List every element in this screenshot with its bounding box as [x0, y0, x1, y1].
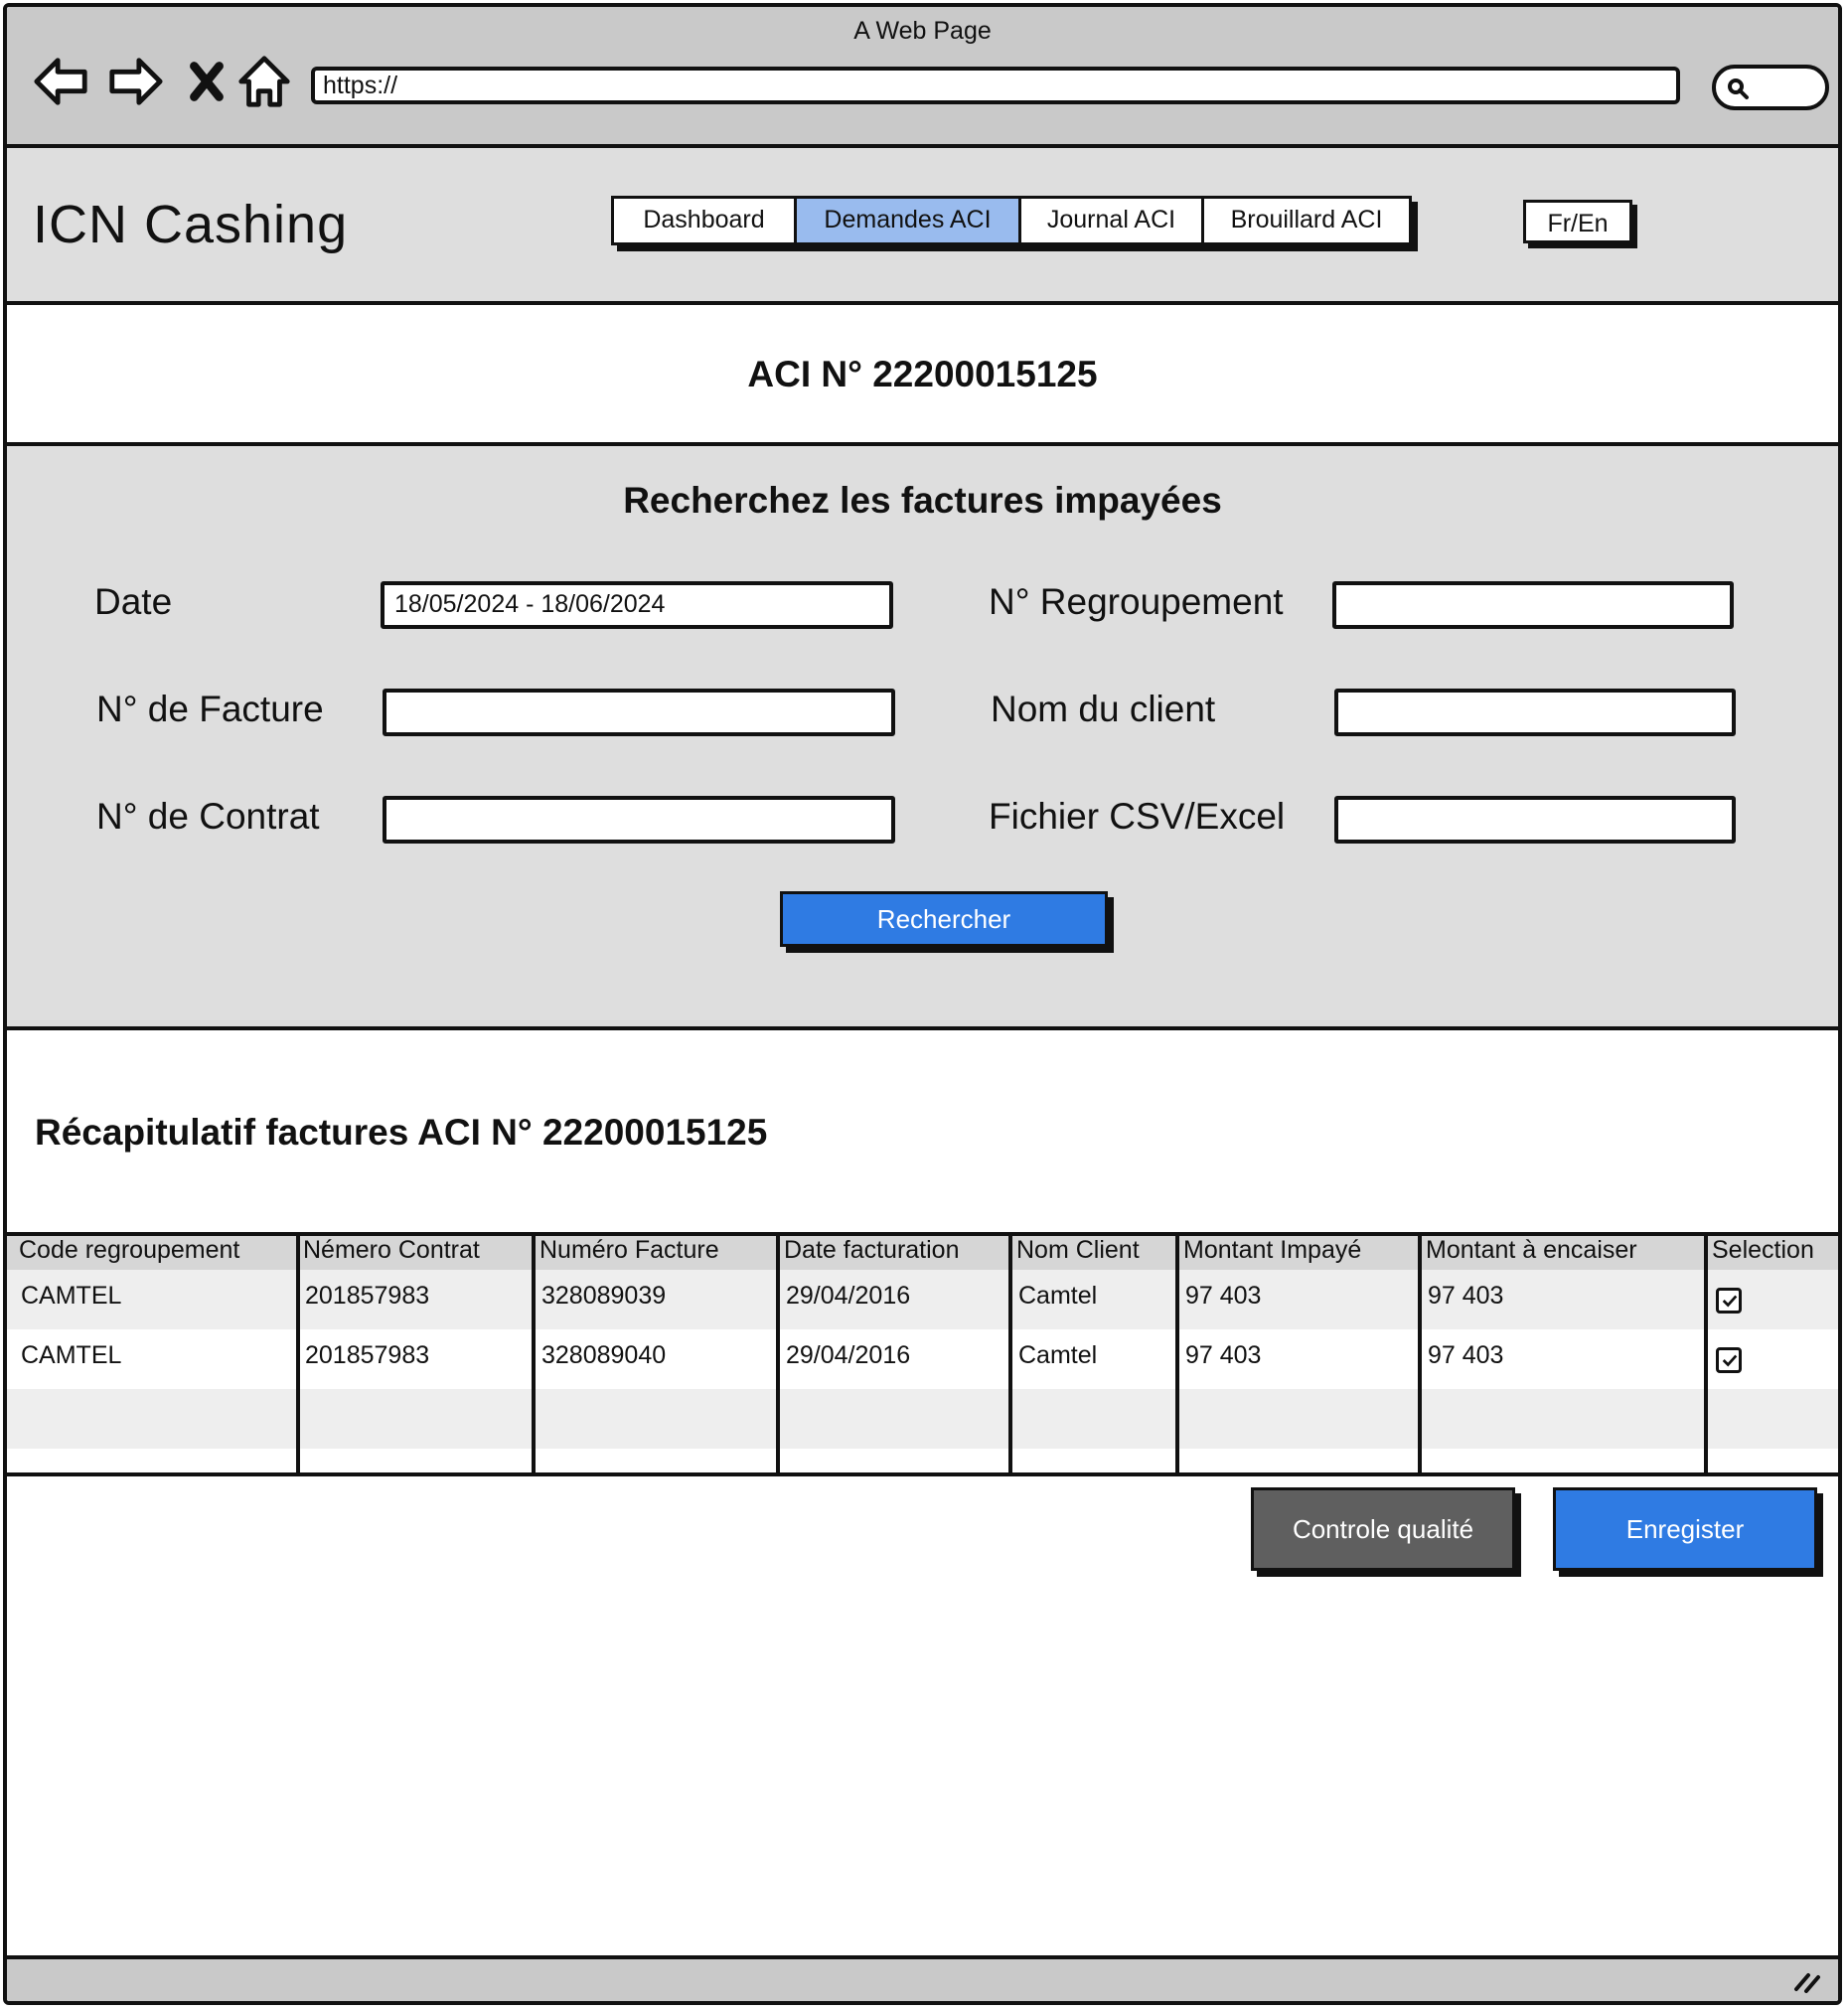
cell-encaisser: 97 403: [1428, 1341, 1504, 1369]
column-divider: [776, 1236, 780, 1472]
cell-code: CAMTEL: [21, 1341, 122, 1369]
forward-arrow-icon[interactable]: [106, 53, 164, 110]
window-title: A Web Page: [853, 17, 992, 45]
column-header: Montant Impayé: [1183, 1236, 1362, 1264]
url-bar[interactable]: https://: [311, 67, 1680, 104]
invoice-table: Code regroupement Némero Contrat Numéro …: [7, 1232, 1838, 1476]
facture-input[interactable]: [383, 689, 895, 736]
status-bar: [7, 1955, 1838, 2001]
tab-demandes-aci[interactable]: Demandes ACI: [797, 199, 1021, 242]
search-button[interactable]: Rechercher: [780, 891, 1108, 947]
cell-date: 29/04/2016: [786, 1341, 911, 1369]
column-header: Date facturation: [784, 1236, 960, 1264]
client-name-input[interactable]: [1334, 689, 1736, 736]
search-panel: Recherchez les factures impayées Date 18…: [7, 446, 1838, 1030]
column-divider: [1704, 1236, 1708, 1472]
close-x-icon[interactable]: [182, 53, 231, 110]
regroupement-label: N° Regroupement: [989, 581, 1284, 622]
column-header: Selection: [1712, 1236, 1814, 1264]
table-row: CAMTEL 201857983 328089039 29/04/2016 Ca…: [7, 1270, 1838, 1329]
contrat-input[interactable]: [383, 796, 895, 844]
csv-excel-file-input[interactable]: [1334, 796, 1736, 844]
column-divider: [296, 1236, 300, 1472]
csv-excel-file-label: Fichier CSV/Excel: [989, 796, 1286, 837]
save-button[interactable]: Enregister: [1553, 1487, 1817, 1571]
cell-code: CAMTEL: [21, 1282, 122, 1310]
cell-facture: 328089039: [541, 1282, 667, 1310]
cell-client: Camtel: [1018, 1341, 1098, 1369]
row-select-checkbox[interactable]: [1716, 1288, 1742, 1314]
app-header: ICN Cashing Dashboard Demandes ACI Journ…: [7, 148, 1838, 305]
back-arrow-icon[interactable]: [33, 53, 90, 110]
home-icon[interactable]: [235, 53, 293, 110]
cell-contrat: 201857983: [305, 1282, 430, 1310]
row-select-checkbox[interactable]: [1716, 1347, 1742, 1373]
app-logo: ICN Cashing: [33, 195, 349, 254]
column-header: Numéro Facture: [539, 1236, 719, 1264]
tab-journal-aci[interactable]: Journal ACI: [1021, 199, 1204, 242]
date-label: Date: [94, 581, 173, 622]
column-header: Montant à encaiser: [1426, 1236, 1637, 1264]
column-divider: [532, 1236, 536, 1472]
cell-client: Camtel: [1018, 1282, 1098, 1310]
column-divider: [1008, 1236, 1012, 1472]
search-icon: [1728, 78, 1749, 99]
column-header: Nom Client: [1016, 1236, 1140, 1264]
regroupement-input[interactable]: [1332, 581, 1734, 629]
date-range-input[interactable]: 18/05/2024 - 18/06/2024: [381, 581, 893, 629]
quality-control-button[interactable]: Controle qualité: [1251, 1487, 1515, 1571]
cell-encaisser: 97 403: [1428, 1282, 1504, 1310]
browser-window: A Web Page https:// ICN Cashing Dashboar…: [3, 3, 1842, 2005]
tab-brouillard-aci[interactable]: Brouillard ACI: [1204, 199, 1409, 242]
column-divider: [1175, 1236, 1179, 1472]
facture-label: N° de Facture: [96, 689, 324, 729]
tab-dashboard[interactable]: Dashboard: [614, 199, 797, 242]
recap-title: Récapitulatif factures ACI N° 2220001512…: [35, 1112, 768, 1153]
checkmark-icon: [1722, 1295, 1738, 1308]
aci-title: ACI N° 22200015125: [7, 305, 1838, 446]
cell-contrat: 201857983: [305, 1341, 430, 1369]
search-panel-title: Recherchez les factures impayées: [623, 480, 1222, 521]
table-row: CAMTEL 201857983 328089040 29/04/2016 Ca…: [7, 1329, 1838, 1389]
main-nav-tabs: Dashboard Demandes ACI Journal ACI Broui…: [611, 196, 1412, 245]
contrat-label: N° de Contrat: [96, 796, 320, 837]
resize-grip-icon[interactable]: [1792, 1967, 1822, 1993]
table-header: Code regroupement Némero Contrat Numéro …: [7, 1236, 1838, 1270]
checkmark-icon: [1722, 1354, 1738, 1367]
column-divider: [1418, 1236, 1422, 1472]
cell-impaye: 97 403: [1185, 1341, 1262, 1369]
cell-impaye: 97 403: [1185, 1282, 1262, 1310]
column-header: Code regroupement: [19, 1236, 240, 1264]
cell-date: 29/04/2016: [786, 1282, 911, 1310]
cell-facture: 328089040: [541, 1341, 667, 1369]
client-name-label: Nom du client: [991, 689, 1216, 729]
table-row-empty: [7, 1389, 1838, 1449]
browser-search-field[interactable]: [1712, 65, 1829, 110]
browser-chrome: A Web Page https://: [7, 7, 1838, 148]
language-toggle-button[interactable]: Fr/En: [1523, 200, 1632, 243]
column-header: Némero Contrat: [303, 1236, 480, 1264]
